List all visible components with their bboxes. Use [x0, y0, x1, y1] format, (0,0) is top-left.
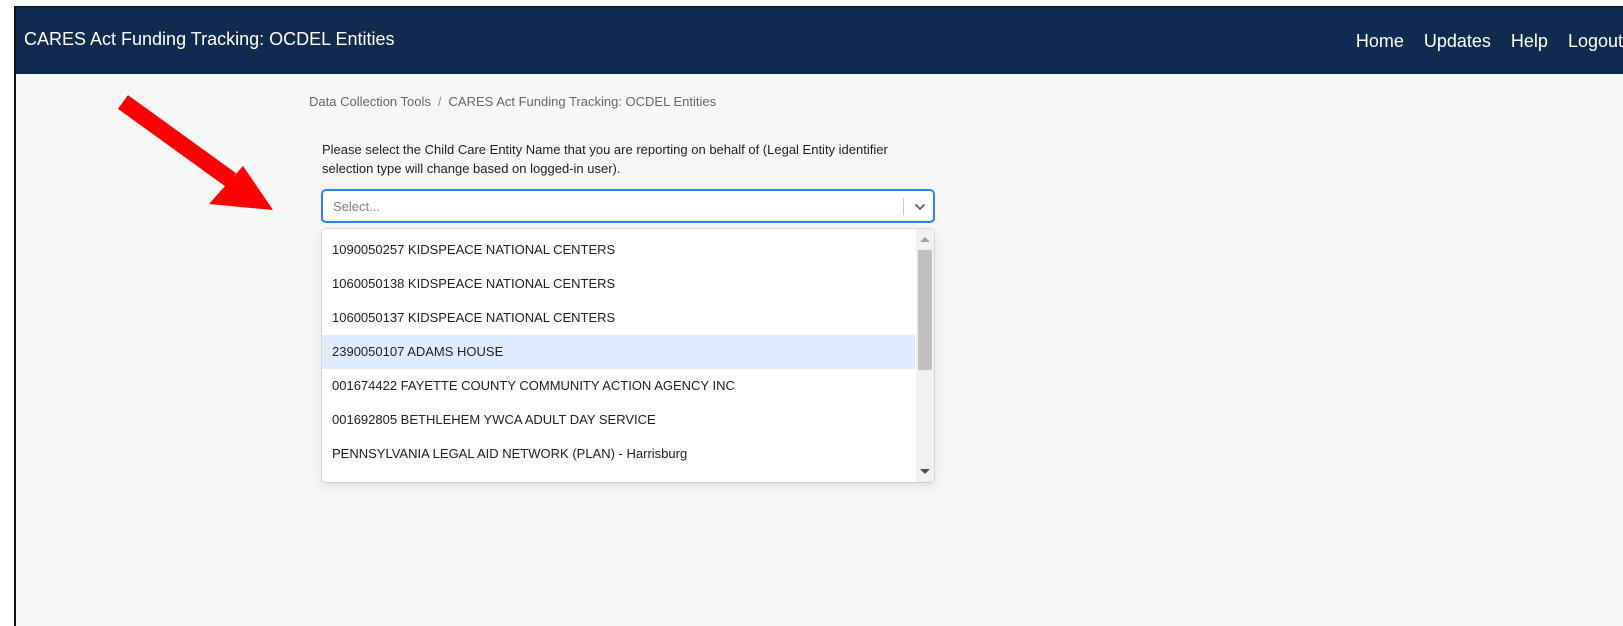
nav-home-link[interactable]: Home: [1356, 31, 1404, 52]
scroll-down-arrow-icon[interactable]: [920, 469, 930, 474]
entity-option[interactable]: 1090050257 KIDSPEACE NATIONAL CENTERS: [322, 233, 915, 267]
top-navbar: CARES Act Funding Tracking: OCDEL Entiti…: [16, 7, 1623, 74]
entity-options-list: 1090050257 KIDSPEACE NATIONAL CENTERS 10…: [322, 233, 915, 482]
select-indicator-separator: [903, 198, 904, 215]
breadcrumb-item-data-collection-tools[interactable]: Data Collection Tools: [309, 94, 431, 109]
entity-dropdown-menu: 1090050257 KIDSPEACE NATIONAL CENTERS 10…: [322, 229, 934, 482]
entity-option[interactable]: PENNSYLVANIA LEGAL AID NETWORK (PLAN) - …: [322, 437, 915, 471]
nav-logout-link[interactable]: Logout: [1568, 31, 1623, 52]
entity-option[interactable]: 1060050138 KIDSPEACE NATIONAL CENTERS: [322, 267, 915, 301]
breadcrumb-item-current: CARES Act Funding Tracking: OCDEL Entiti…: [448, 94, 717, 109]
nav-links: Home Updates Help Logout: [1356, 31, 1623, 52]
nav-updates-link[interactable]: Updates: [1424, 31, 1491, 52]
entity-select-instructions: Please select the Child Care Entity Name…: [322, 142, 888, 176]
entity-option[interactable]: 001674422 FAYETTE COUNTY COMMUNITY ACTIO…: [322, 369, 915, 403]
nav-help-link[interactable]: Help: [1511, 31, 1548, 52]
red-arrow-annotation-icon: [118, 95, 273, 210]
entity-option-focused[interactable]: 2390050107 ADAMS HOUSE: [322, 335, 915, 369]
scrollbar-thumb[interactable]: [918, 250, 932, 370]
app-window: CARES Act Funding Tracking: OCDEL Entiti…: [14, 6, 1623, 626]
scroll-up-arrow-icon[interactable]: [920, 237, 930, 242]
entity-option[interactable]: 1060050137 KIDSPEACE NATIONAL CENTERS: [322, 301, 915, 335]
entity-select[interactable]: [322, 190, 934, 222]
chevron-down-icon[interactable]: [911, 198, 928, 215]
entity-select-input[interactable]: [323, 191, 898, 221]
breadcrumb-separator: /: [437, 94, 442, 109]
entity-option[interactable]: 001692805 BETHLEHEM YWCA ADULT DAY SERVI…: [322, 403, 915, 437]
breadcrumb: Data Collection Tools / CARES Act Funding …: [309, 94, 716, 109]
entity-option[interactable]: PENNSYLVANIA LEGAL AID NETWORK (PLAN) - …: [322, 471, 915, 482]
dropdown-scrollbar[interactable]: [916, 229, 934, 482]
app-title[interactable]: CARES Act Funding Tracking: OCDEL Entiti…: [24, 29, 395, 50]
